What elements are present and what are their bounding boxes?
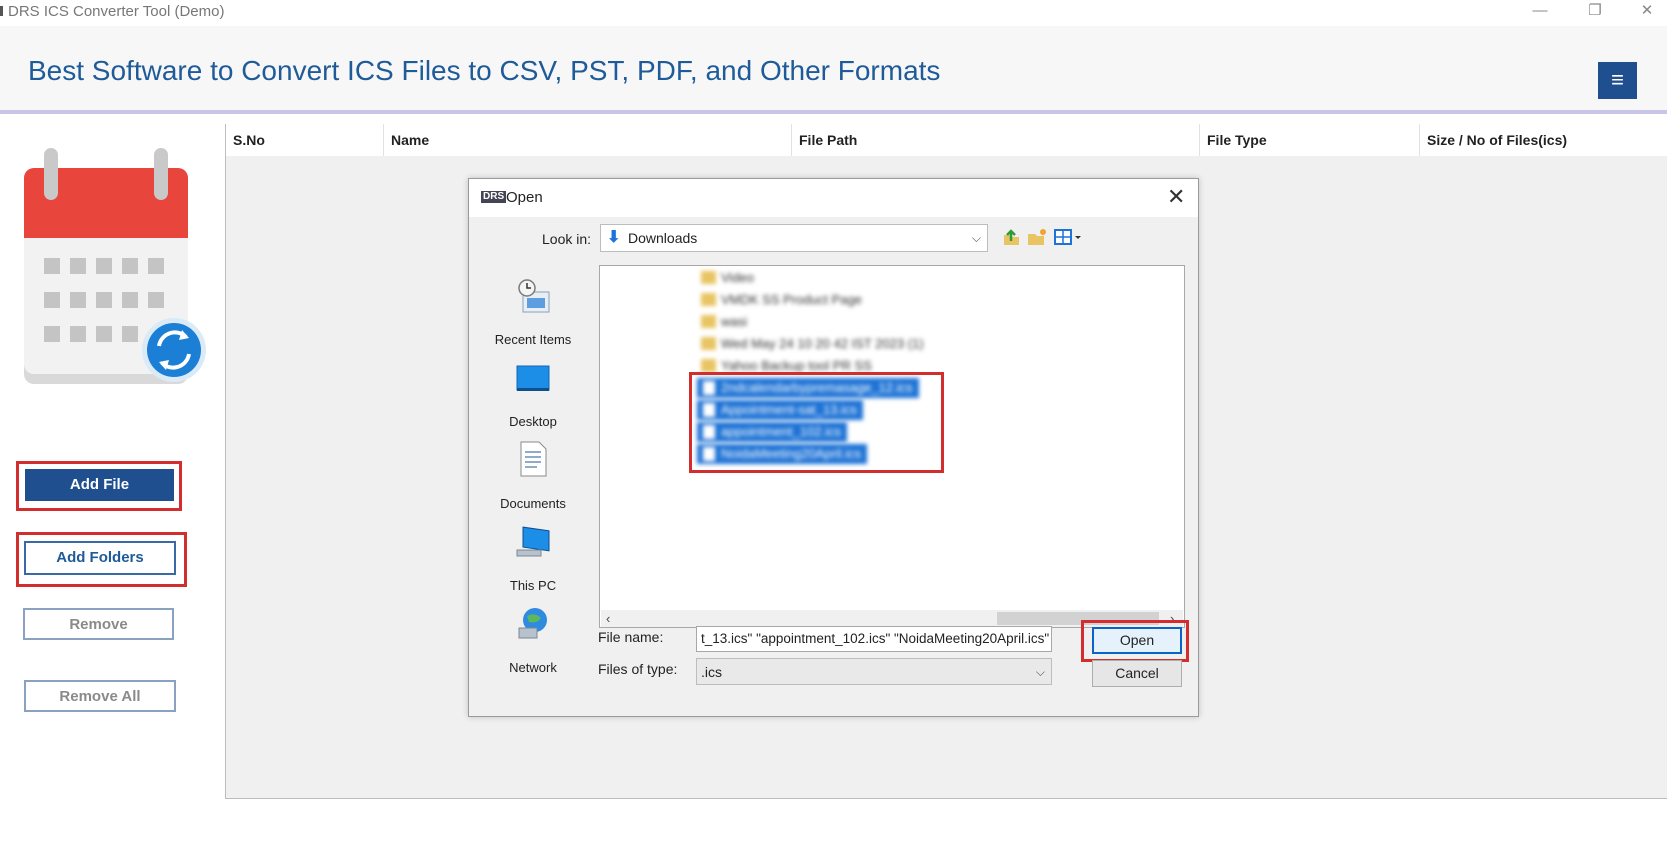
folder-item[interactable]: VMDK SS Product Page — [697, 290, 862, 310]
place-network[interactable]: Network — [481, 602, 585, 682]
add-folders-button[interactable]: Add Folders — [24, 541, 176, 575]
dialog-titlebar: DRS Open ✕ — [469, 179, 1198, 217]
files-of-type-label: Files of type: — [598, 661, 678, 677]
folder-item[interactable]: Wed May 24 10 20 42 IST 2023 (1) — [697, 334, 924, 354]
page-title: Best Software to Convert ICS Files to CS… — [28, 55, 941, 86]
scroll-left-icon[interactable]: ‹ — [606, 610, 610, 627]
remove-button[interactable]: Remove — [23, 608, 174, 640]
files-of-type-select[interactable]: .ics ⌵ — [696, 658, 1052, 685]
view-menu-icon[interactable] — [1053, 227, 1083, 247]
calendar-sync-logo-icon — [24, 148, 206, 384]
app-header: Best Software to Convert ICS Files to CS… — [0, 26, 1667, 114]
dialog-close-icon[interactable]: ✕ — [1167, 184, 1185, 210]
column-header-sno[interactable]: S.No — [226, 124, 384, 156]
window-titlebar: DRS ICS Converter Tool (Demo) — ❐ ✕ — [0, 0, 1667, 26]
new-folder-icon[interactable] — [1026, 227, 1048, 247]
window-title: DRS ICS Converter Tool (Demo) — [8, 3, 225, 20]
table-header: S.No Name File Path File Type Size / No … — [226, 124, 1667, 156]
look-in-select[interactable]: ⬇ Downloads ⌵ — [600, 224, 988, 252]
documents-icon — [520, 441, 547, 477]
column-header-name[interactable]: Name — [384, 124, 792, 156]
chevron-down-icon: ⌵ — [1035, 665, 1045, 679]
place-this-pc[interactable]: This PC — [481, 520, 585, 600]
look-in-label: Look in: — [542, 231, 592, 247]
this-pc-icon — [516, 526, 550, 557]
place-recent-items[interactable]: Recent Items — [481, 274, 585, 354]
app-icon — [0, 6, 3, 16]
remove-all-button[interactable]: Remove All — [24, 680, 176, 712]
chevron-down-icon: ⌵ — [971, 231, 981, 245]
add-file-button[interactable]: Add File — [25, 469, 174, 501]
place-label: Desktop — [509, 414, 557, 429]
file-name-label: File name: — [598, 629, 664, 645]
place-label: Documents — [500, 496, 566, 511]
place-label: Network — [509, 660, 557, 675]
selected-files-highlight — [689, 372, 944, 473]
minimize-icon[interactable]: — — [1515, 0, 1565, 26]
place-documents[interactable]: Documents — [481, 438, 585, 518]
recent-items-icon — [518, 279, 550, 313]
column-header-size[interactable]: Size / No of Files(ics) — [1420, 124, 1667, 156]
up-folder-icon[interactable] — [1001, 227, 1021, 247]
column-header-file-path[interactable]: File Path — [792, 124, 1200, 156]
close-window-icon[interactable]: ✕ — [1622, 0, 1667, 26]
file-name-input[interactable]: t_13.ics" "appointment_102.ics" "NoidaMe… — [696, 626, 1052, 652]
open-button[interactable]: Open — [1092, 627, 1182, 654]
folder-item[interactable]: Video — [697, 268, 754, 288]
place-label: Recent Items — [494, 332, 572, 347]
hamburger-menu-icon[interactable]: ≡ — [1598, 62, 1637, 99]
dialog-app-icon: DRS — [481, 191, 507, 203]
look-in-value: Downloads — [628, 230, 698, 246]
desktop-icon — [516, 365, 550, 391]
place-label: This PC — [509, 578, 557, 593]
dialog-title: Open — [506, 189, 543, 206]
restore-icon[interactable]: ❐ — [1570, 0, 1620, 26]
files-of-type-value: .ics — [701, 664, 722, 680]
column-header-file-type[interactable]: File Type — [1200, 124, 1420, 156]
folder-item[interactable]: wasi — [697, 312, 747, 332]
download-arrow-icon: ⬇ — [607, 229, 621, 246]
network-icon — [518, 608, 547, 639]
file-list-view[interactable]: Video VMDK SS Product Page wasi Wed May … — [599, 265, 1185, 628]
place-desktop[interactable]: Desktop — [481, 356, 585, 436]
open-file-dialog: DRS Open ✕ Look in: ⬇ Downloads ⌵ Recent… — [468, 178, 1199, 717]
places-bar: Recent Items Desktop Documents This PC N… — [481, 264, 585, 684]
cancel-button[interactable]: Cancel — [1092, 660, 1182, 687]
